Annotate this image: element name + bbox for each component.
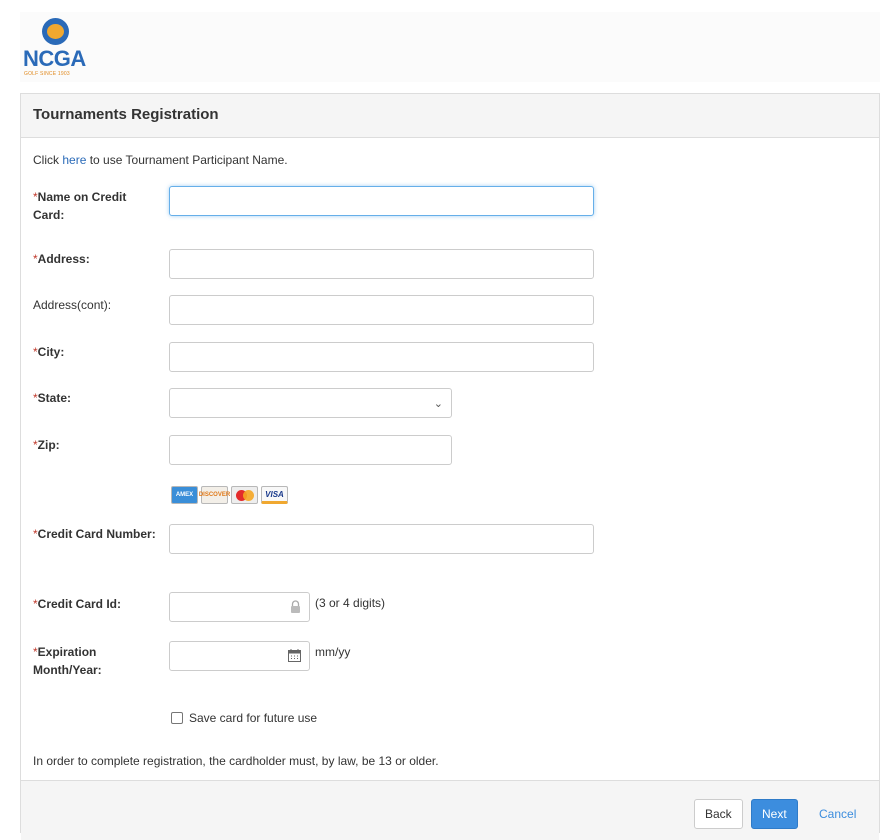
address-label-text: Address: — [37, 252, 90, 266]
zip-input[interactable] — [169, 435, 452, 465]
save-card-row[interactable]: Save card for future use — [171, 711, 317, 725]
zip-label-text: Zip: — [37, 438, 60, 452]
card-number-input[interactable] — [169, 524, 594, 554]
city-label-text: City: — [37, 345, 65, 359]
notice-prefix: Click — [33, 153, 63, 167]
participant-name-notice: Click here to use Tournament Participant… — [33, 153, 288, 167]
chevron-down-icon: ⌄ — [433, 397, 443, 410]
expiration-label-text: Expiration Month/Year: — [33, 645, 102, 677]
address-input[interactable] — [169, 249, 594, 279]
mastercard-card-icon — [231, 486, 258, 504]
amex-card-icon: AMEX — [171, 486, 198, 504]
state-label-text: State: — [37, 391, 72, 405]
card-number-label-text: Credit Card Number: — [37, 527, 156, 541]
zip-label: *Zip: — [33, 436, 158, 454]
visa-card-icon: VISA — [261, 486, 288, 504]
site-header: NCGA GOLF SINCE 1903 — [20, 12, 880, 82]
cancel-button[interactable]: Cancel — [809, 799, 866, 829]
age-requirement-text: In order to complete registration, the c… — [33, 754, 439, 768]
city-label: *City: — [33, 343, 158, 361]
ncga-logo[interactable]: NCGA GOLF SINCE 1903 — [20, 12, 110, 82]
expiration-hint: mm/yy — [315, 645, 351, 659]
city-input[interactable] — [169, 342, 594, 372]
state-select[interactable]: ⌄ — [169, 388, 452, 418]
card-number-label: *Credit Card Number: — [33, 525, 158, 543]
save-card-label: Save card for future use — [189, 711, 318, 725]
card-id-hint: (3 or 4 digits) — [315, 596, 386, 610]
card-id-label: *Credit Card Id: — [33, 595, 158, 613]
registration-panel: Tournaments Registration Click here to u… — [20, 93, 880, 840]
card-id-input[interactable] — [169, 592, 310, 622]
name-on-card-input[interactable] — [169, 186, 594, 216]
notice-suffix: to use Tournament Participant Name. — [86, 153, 288, 167]
expiration-input[interactable] — [169, 641, 310, 671]
logo-tagline: GOLF SINCE 1903 — [24, 71, 70, 77]
next-button[interactable]: Next — [751, 799, 798, 829]
panel-footer: Back Next Cancel — [21, 780, 879, 840]
state-label: *State: — [33, 389, 158, 407]
discover-card-icon: DISCOVER — [199, 486, 230, 504]
address-label: *Address: — [33, 250, 158, 268]
logo-text: NCGA — [23, 46, 86, 71]
calendar-icon[interactable] — [288, 649, 301, 665]
back-button[interactable]: Back — [694, 799, 743, 829]
golf-ball-icon — [42, 18, 69, 45]
address-cont-label: Address(cont): — [33, 298, 112, 312]
save-card-checkbox[interactable] — [171, 712, 183, 724]
use-participant-name-link[interactable]: here — [62, 153, 86, 167]
expiration-label: *Expiration Month/Year: — [33, 643, 158, 679]
panel-title: Tournaments Registration — [21, 94, 879, 138]
lock-icon — [290, 600, 301, 616]
accepted-cards: AMEX DISCOVER VISA — [171, 486, 288, 504]
card-id-label-text: Credit Card Id: — [37, 597, 122, 611]
name-on-card-label: *Name on Credit Card: — [33, 188, 158, 224]
name-on-card-label-text: Name on Credit Card: — [33, 190, 127, 222]
address-cont-input[interactable] — [169, 295, 594, 325]
